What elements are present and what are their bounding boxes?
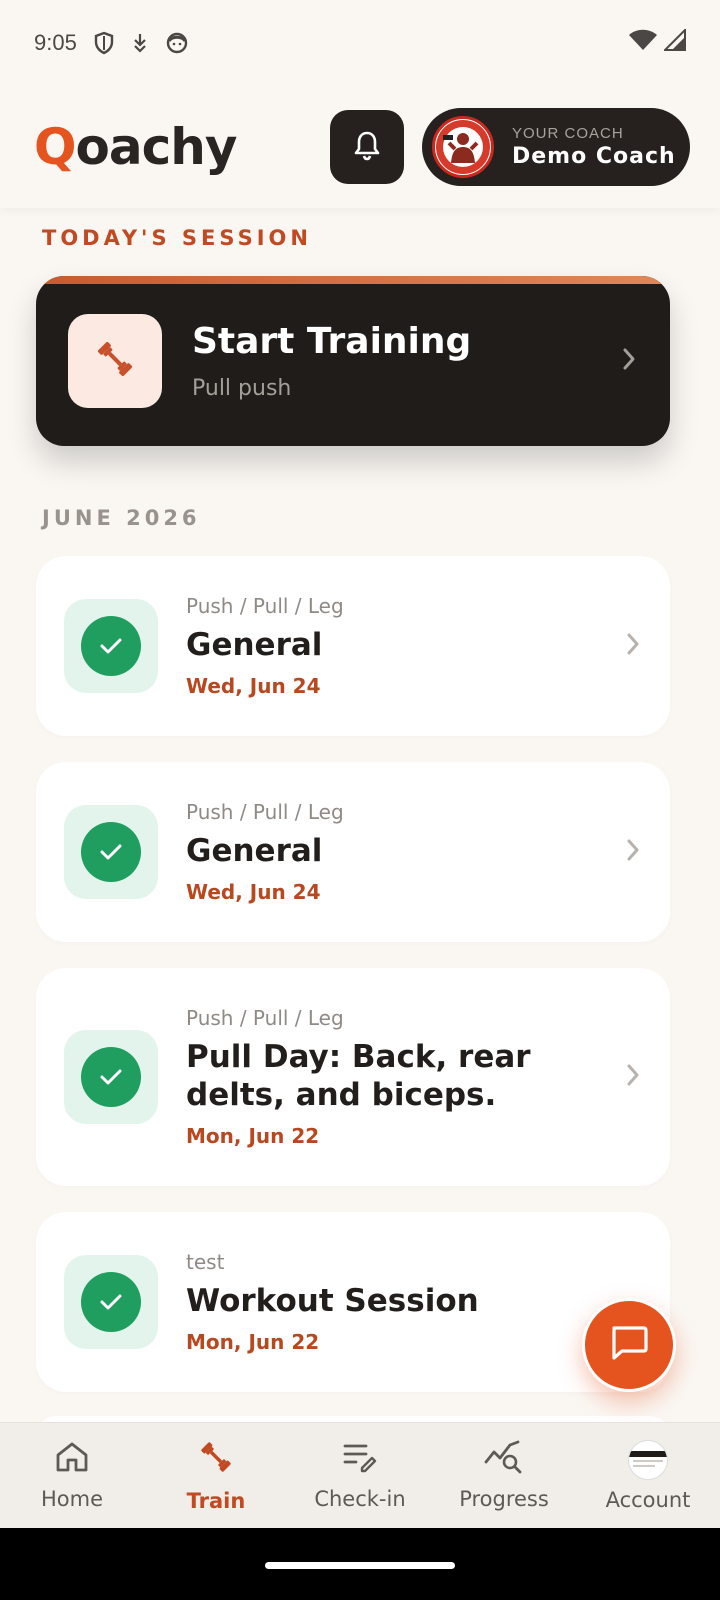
status-time: 9:05 — [34, 30, 77, 55]
session-card[interactable]: test Workout Session Mon, Jun 22 — [36, 1212, 670, 1392]
nav-check-in-label: Check-in — [314, 1487, 406, 1511]
chevron-right-icon — [624, 631, 642, 661]
session-title: Pull Day: Back, rear delts, and biceps. — [186, 1039, 531, 1113]
nav-progress-label: Progress — [459, 1487, 549, 1511]
session-date: Wed, Jun 24 — [186, 674, 321, 698]
completed-tile — [64, 1255, 158, 1349]
session-date: Mon, Jun 22 — [186, 1330, 320, 1354]
face-icon — [165, 31, 189, 55]
session-program: Push / Pull / Leg — [186, 594, 344, 618]
start-training-subtitle: Pull push — [192, 376, 292, 401]
session-title: General — [186, 627, 323, 663]
nav-account[interactable]: Account — [576, 1423, 720, 1528]
session-program: Push / Pull / Leg — [186, 1006, 344, 1030]
session-program: test — [186, 1250, 225, 1274]
chat-button[interactable] — [582, 1298, 676, 1392]
nav-home[interactable]: Home — [0, 1423, 144, 1528]
shield-icon — [93, 31, 115, 55]
app-header: Qoachy YOUR COACH Demo Coach — [0, 86, 720, 208]
session-title: Workout Session — [186, 1283, 479, 1319]
check-icon — [81, 1047, 141, 1107]
nav-progress[interactable]: Progress — [432, 1423, 576, 1528]
wifi-icon — [628, 29, 658, 57]
chevron-right-icon — [620, 346, 638, 376]
nav-train-label: Train — [186, 1489, 246, 1513]
signal-icon — [662, 27, 686, 57]
completed-tile — [64, 599, 158, 693]
nav-account-label: Account — [605, 1487, 691, 1512]
start-training-card[interactable]: Start Training Pull push — [36, 276, 670, 446]
chat-bubble-icon — [608, 1323, 650, 1367]
start-training-icon-tile — [68, 314, 162, 408]
check-icon — [81, 1272, 141, 1332]
month-heading: JUNE 2026 — [42, 506, 201, 530]
progress-icon — [484, 1440, 524, 1479]
chevron-right-icon — [624, 837, 642, 867]
bottom-navigation: Home Train Check-in Progress Account — [0, 1422, 720, 1528]
session-card[interactable]: Push / Pull / Leg Pull Day: Back, rear d… — [36, 968, 670, 1186]
system-navigation-bar — [0, 1528, 720, 1600]
todays-session-heading: TODAY'S SESSION — [42, 226, 312, 250]
download-icon — [131, 32, 149, 54]
coach-name: Demo Coach — [512, 144, 676, 169]
session-program: Push / Pull / Leg — [186, 800, 344, 824]
completed-tile — [64, 805, 158, 899]
home-gesture-handle[interactable] — [265, 1562, 455, 1569]
status-bar: 9:05 — [0, 0, 720, 86]
dumbbell-icon — [93, 337, 137, 385]
dumbbell-icon — [197, 1438, 235, 1481]
nav-check-in[interactable]: Check-in — [288, 1423, 432, 1528]
coach-selector[interactable]: YOUR COACH Demo Coach — [422, 108, 690, 186]
nav-train[interactable]: Train — [144, 1423, 288, 1528]
bell-icon — [352, 129, 382, 165]
chevron-right-icon — [624, 1062, 642, 1092]
coach-avatar — [432, 116, 494, 178]
check-icon — [81, 822, 141, 882]
coach-label: YOUR COACH — [512, 125, 624, 142]
session-date: Mon, Jun 22 — [186, 1124, 320, 1148]
check-icon — [81, 616, 141, 676]
completed-tile — [64, 1030, 158, 1124]
session-card[interactable]: Push / Pull / Leg General Wed, Jun 24 — [36, 556, 670, 736]
start-training-title: Start Training — [192, 321, 472, 362]
session-card[interactable]: Push / Pull / Leg General Wed, Jun 24 — [36, 762, 670, 942]
nav-home-label: Home — [40, 1487, 103, 1511]
session-title: General — [186, 833, 323, 869]
notifications-button[interactable] — [330, 110, 404, 184]
account-avatar — [628, 1439, 668, 1480]
home-icon — [54, 1440, 90, 1479]
session-date: Wed, Jun 24 — [186, 880, 321, 904]
app-logo: Qoachy — [34, 118, 237, 176]
checkin-icon — [342, 1440, 378, 1479]
